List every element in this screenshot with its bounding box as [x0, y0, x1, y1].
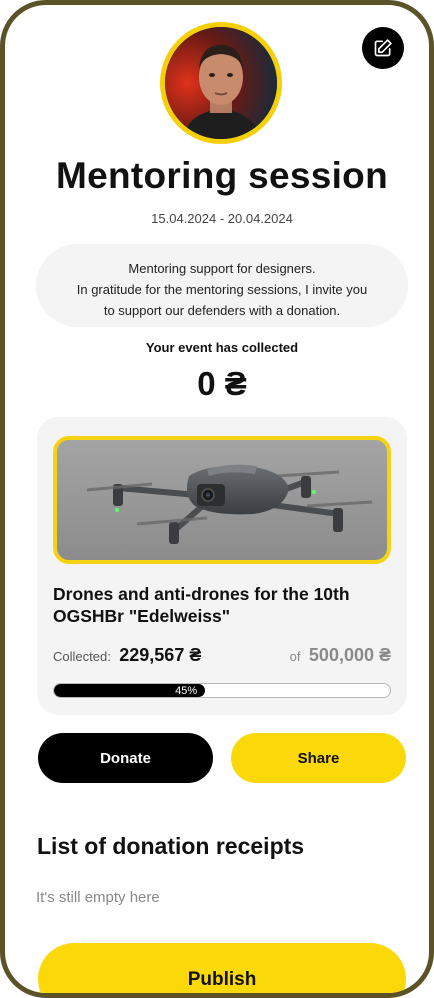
drone-illustration [57, 440, 387, 560]
page-title: Mentoring session [56, 155, 388, 196]
drone-image [53, 436, 391, 564]
collected-label: Collected: [53, 649, 111, 664]
fundraiser-stats: Collected: 229,567 ₴ of 500,000 ₴ [53, 645, 391, 669]
avatar [160, 22, 282, 144]
description-line: In gratitude for the mentoring sessions,… [76, 282, 368, 297]
avatar-portrait [165, 27, 277, 139]
event-collected-label: Your event has collected [145, 340, 299, 355]
goal-amount: 500,000 ₴ [308, 645, 391, 665]
collected-stat: Collected: 229,567 ₴ [53, 645, 201, 666]
donate-button[interactable]: Donate [38, 733, 213, 783]
edit-button[interactable] [362, 27, 404, 69]
publish-button[interactable]: Publish [38, 943, 406, 993]
description-line: to support our defenders with a donation… [103, 303, 341, 318]
fundraiser-card[interactable]: Drones and anti-drones for the 10th OGSH… [37, 417, 407, 715]
event-description: Mentoring support for designers. In grat… [36, 244, 408, 327]
fundraiser-title: Drones and anti-drones for the 10th OGSH… [53, 584, 350, 626]
receipts-title: List of donation receipts [37, 833, 305, 859]
progress-bar: 45% [53, 683, 391, 698]
edit-icon [374, 39, 392, 57]
receipts-empty-text: It's still empty here [36, 889, 160, 906]
event-dates: 15.04.2024 - 20.04.2024 [151, 211, 293, 226]
event-collected-amount: 0 ₴ [197, 365, 247, 402]
progress-text: 45% [175, 684, 198, 697]
description-line: Mentoring support for designers. [128, 261, 316, 276]
goal-stat: of 500,000 ₴ [290, 645, 391, 666]
collected-amount: 229,567 ₴ [119, 645, 202, 665]
share-button[interactable]: Share [231, 733, 406, 783]
goal-label: of [289, 649, 301, 664]
phone-frame: Mentoring session 15.04.2024 - 20.04.202… [0, 0, 434, 998]
